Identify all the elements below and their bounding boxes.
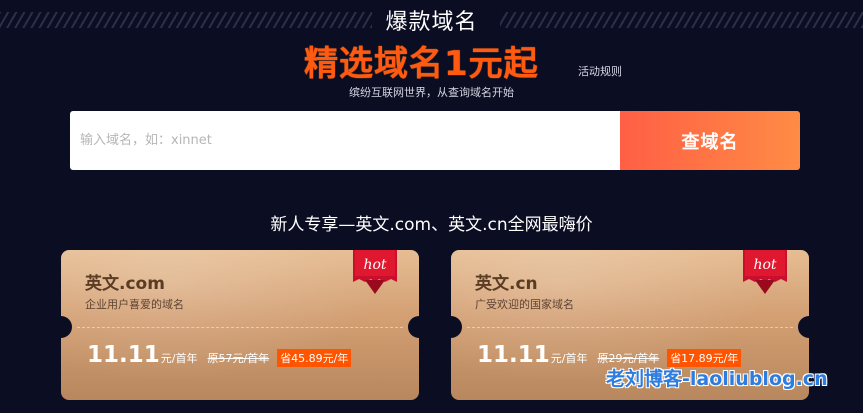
domain-search-input[interactable] [70, 111, 620, 170]
hot-badge-label: hot [363, 257, 386, 273]
promo-price: 11.11 [477, 342, 550, 368]
card-notch-right [408, 316, 419, 338]
card-domain-name: 英文.cn [475, 274, 538, 294]
card-divider [77, 327, 403, 328]
page-tagline: 缤纷互联网世界，从查询域名开始 [349, 86, 514, 99]
card-notch-right [798, 316, 809, 338]
price-unit: 元/首年 [160, 352, 198, 365]
search-domain-button[interactable]: 查域名 [620, 111, 800, 170]
promo-title: 新人专享—英文.com、英文.cn全网最嗨价 [270, 215, 593, 235]
card-divider [467, 327, 793, 328]
domain-search-bar: 查域名 [70, 111, 800, 170]
card-notch-left [61, 316, 72, 338]
price-row: 11.11 元/首年 原57元/首年 省45.89元/年 [87, 342, 352, 368]
card-notch-left [451, 316, 462, 338]
original-price: 原57元/首年 [207, 352, 270, 365]
page-headline: 精选域名1元起 [304, 44, 539, 84]
card-domain-name: 英文.com [85, 274, 165, 294]
hot-ribbon-icon: hot [743, 250, 787, 294]
card-description: 广受欢迎的国家域名 [475, 298, 574, 311]
savings-badge: 省45.89元/年 [277, 349, 352, 367]
hot-ribbon-icon: hot [353, 250, 397, 294]
hot-badge-label: hot [753, 257, 776, 273]
domain-offer-card-com[interactable]: 英文.com 企业用户喜爱的域名 hot 11.11 元/首年 原57元/首年 … [61, 250, 419, 400]
blog-watermark: 老刘博客-laoliublog.cn [606, 368, 828, 390]
activity-rules-link[interactable]: 活动规则 [578, 63, 622, 79]
promo-price: 11.11 [87, 342, 160, 368]
card-description: 企业用户喜爱的域名 [85, 298, 184, 311]
section-eyebrow: 爆款域名 [385, 10, 478, 35]
price-unit: 元/首年 [550, 352, 588, 365]
